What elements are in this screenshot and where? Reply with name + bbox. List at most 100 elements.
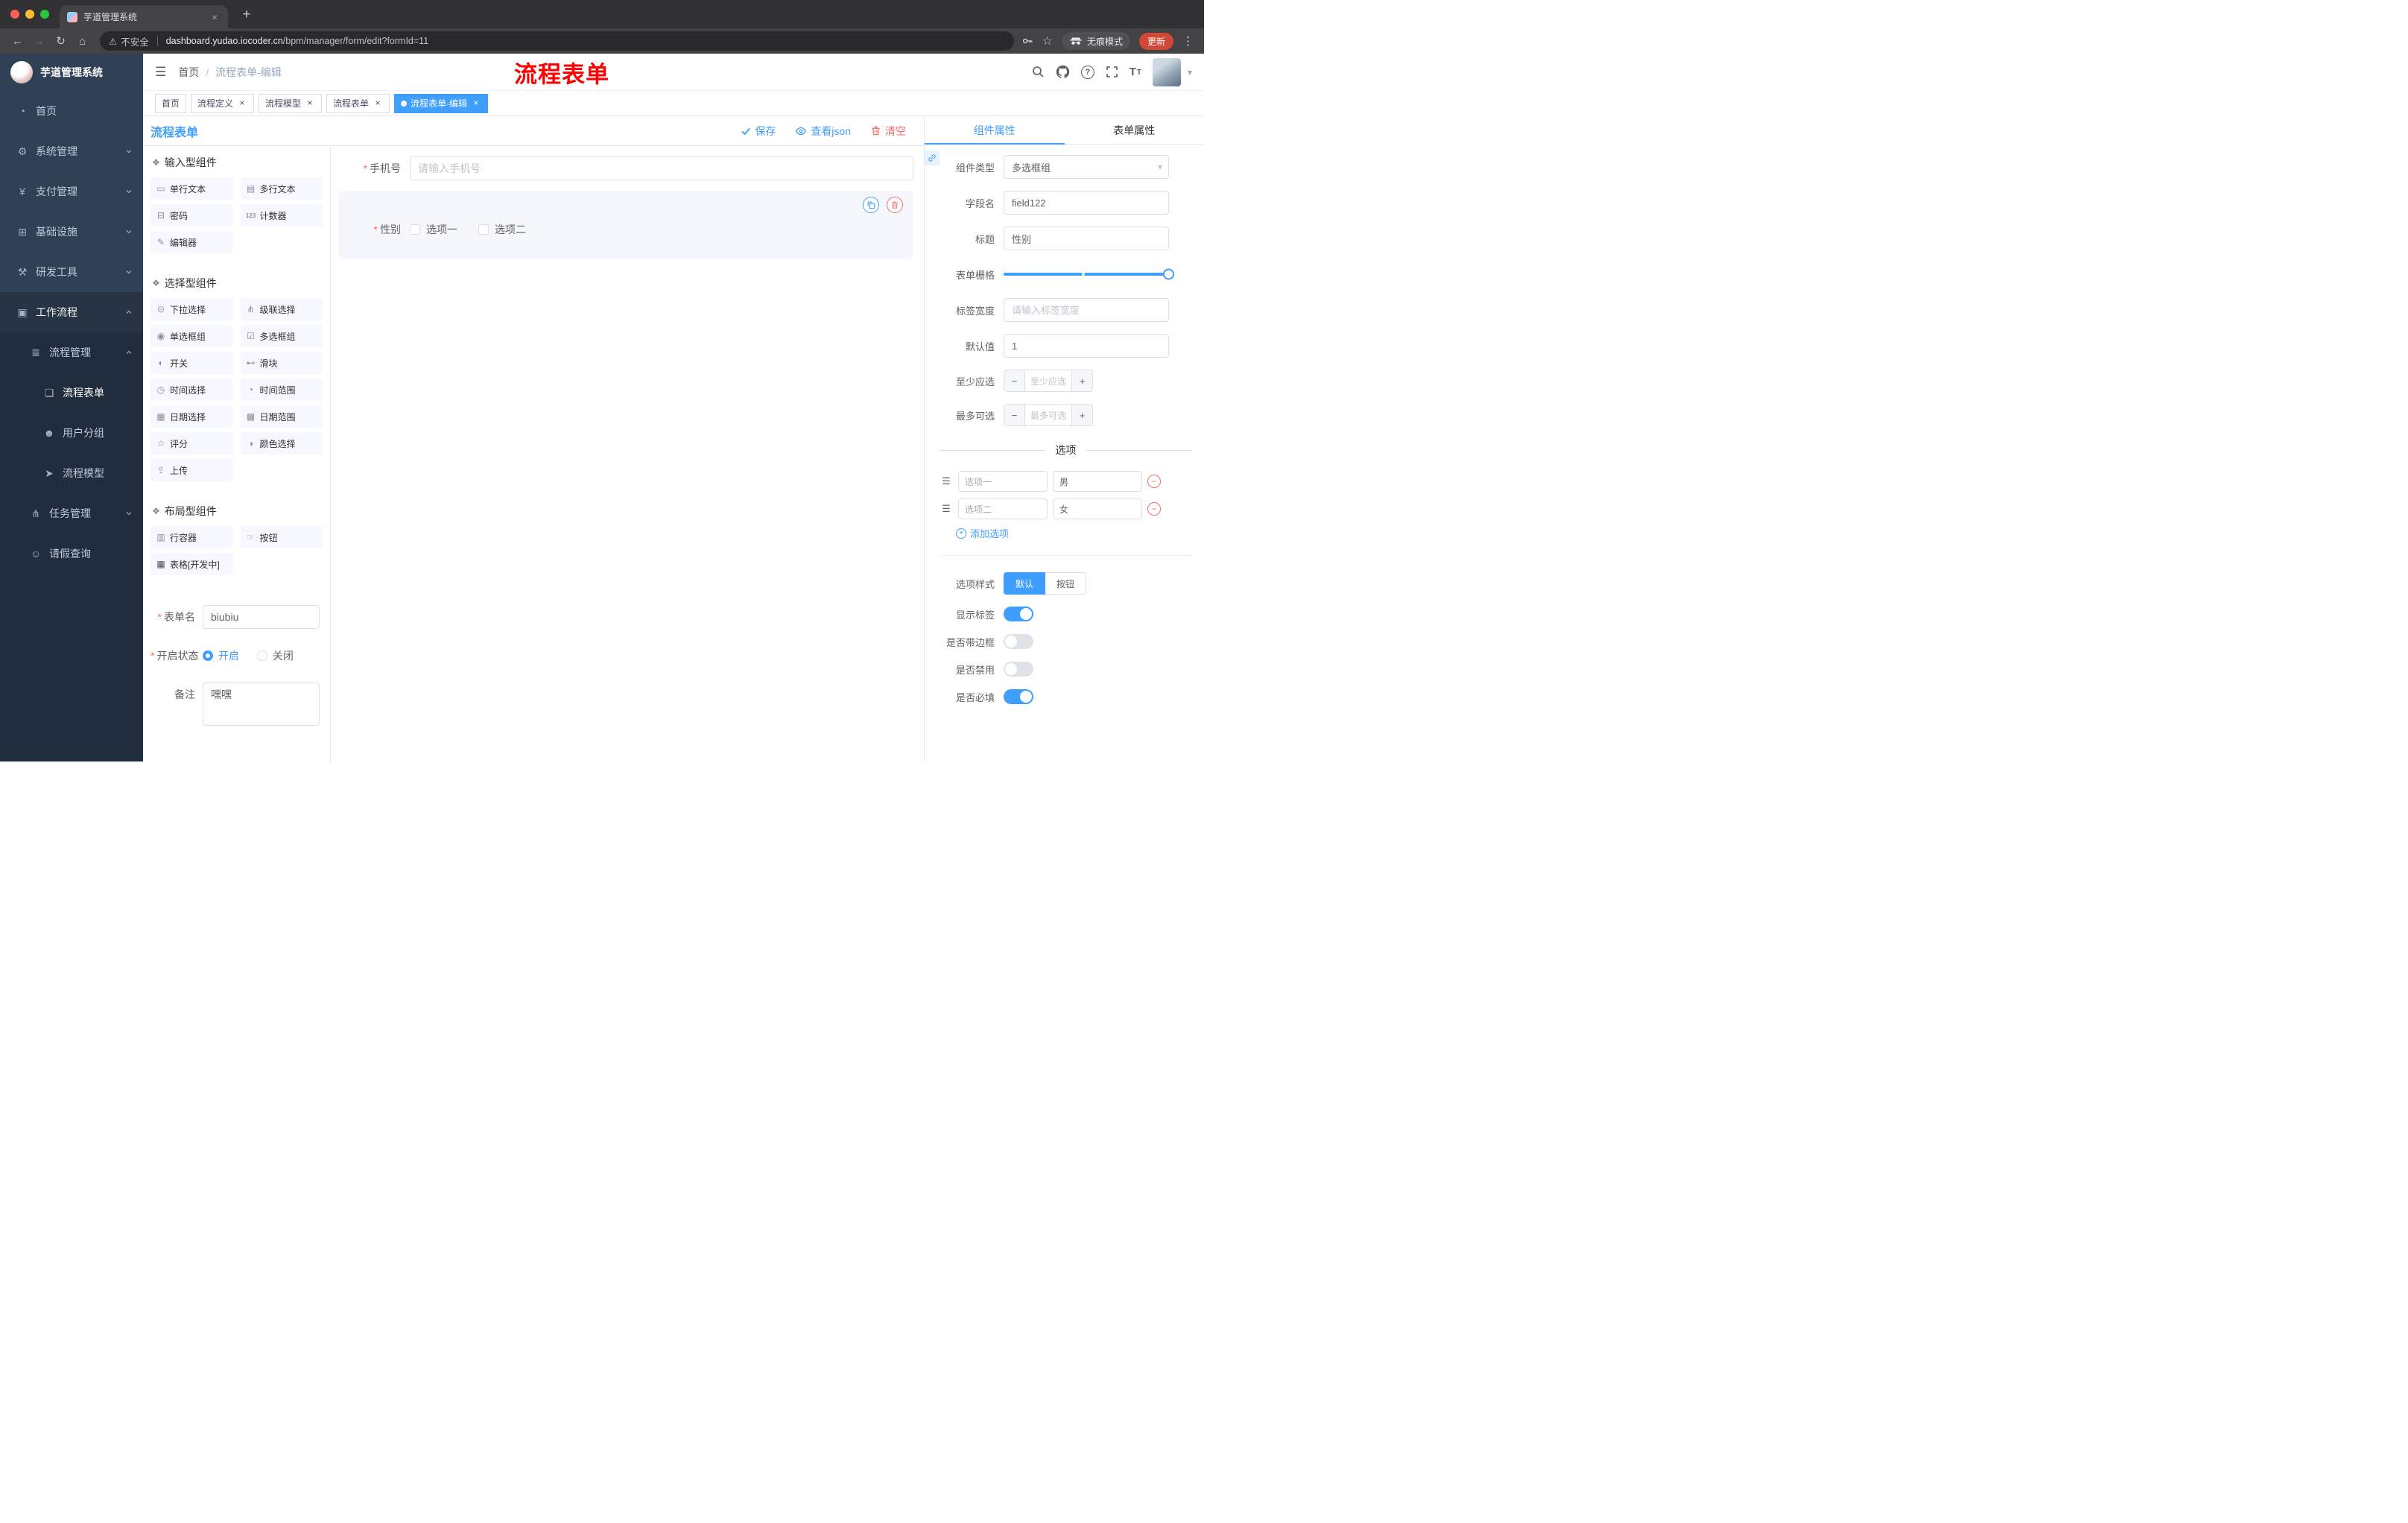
decrease-button[interactable]: − [1004,370,1025,391]
sidebar-item-process-management[interactable]: ≣ 流程管理 [0,332,143,373]
forward-icon[interactable]: → [29,31,49,51]
component-select[interactable]: ⊙ 下拉选择 [150,298,233,320]
component-date-picker[interactable]: ▦ 日期选择 [150,405,233,428]
tab-close-icon[interactable]: × [209,11,221,23]
sidebar-item-task-management[interactable]: ⋔ 任务管理 [0,493,143,533]
save-button[interactable]: 保存 [741,124,776,139]
delete-field-button[interactable] [887,197,903,213]
tag-home[interactable]: 首页 [155,93,187,113]
option-label-input[interactable] [958,498,1048,519]
component-color-picker[interactable]: ◑ 颜色选择 [240,432,323,455]
phone-field-row[interactable]: 手机号 [338,155,913,182]
tag-process-form-edit[interactable]: 流程表单-编辑 × [394,93,489,113]
text-size-icon[interactable]: T T [1129,66,1141,77]
new-tab-button[interactable]: + [237,5,256,25]
component-password[interactable]: ⊟ 密码 [150,204,233,227]
sidebar-item-system[interactable]: ⚙ 系统管理 [0,131,143,171]
back-icon[interactable]: ← [7,31,28,51]
style-default-button[interactable]: 默认 [1004,572,1046,595]
view-json-button[interactable]: 查看json [795,124,851,139]
tab-form-props[interactable]: 表单属性 [1065,116,1205,144]
home-icon[interactable]: ⌂ [72,31,92,51]
sidebar-item-infrastructure[interactable]: ⊞ 基础设施 [0,212,143,252]
component-single-line-text[interactable]: ▭ 单行文本 [150,177,233,200]
password-key-icon[interactable] [1021,35,1033,47]
remove-option-button[interactable]: − [1147,475,1161,488]
browser-tab[interactable]: 芋道管理系统 × [60,5,228,28]
component-date-range[interactable]: ▩ 日期范围 [240,405,323,428]
tag-close-icon[interactable]: × [305,98,315,109]
component-row-container[interactable]: ▥ 行容器 [150,526,233,548]
reload-icon[interactable]: ↻ [51,31,71,51]
form-name-input[interactable] [203,605,320,629]
browser-menu-icon[interactable]: ⋮ [1182,34,1194,48]
sidebar-item-workflow[interactable]: ▣ 工作流程 [0,292,143,332]
drag-handle-icon[interactable]: ☰ [940,503,953,515]
max-select-value[interactable]: 最多可选 [1025,405,1071,425]
tag-close-icon[interactable]: × [471,98,481,109]
tag-close-icon[interactable]: × [237,98,247,109]
bookmark-star-icon[interactable]: ☆ [1042,34,1053,48]
field-name-input[interactable] [1004,191,1169,215]
form-remark-textarea[interactable]: 嘿嘿 [203,683,320,726]
sidebar-item-devtools[interactable]: ⚒ 研发工具 [0,252,143,292]
minimize-window-button[interactable] [25,10,34,19]
fullscreen-icon[interactable] [1106,66,1118,78]
gender-option2-checkbox[interactable]: 选项二 [478,222,526,237]
clear-button[interactable]: 清空 [870,124,906,139]
option-value-input[interactable] [1053,498,1142,519]
default-value-input[interactable] [1004,334,1169,358]
decrease-button[interactable]: − [1004,405,1025,425]
tag-process-form[interactable]: 流程表单 × [326,93,390,113]
sidebar-item-payment[interactable]: ¥ 支付管理 [0,171,143,212]
component-type-select[interactable] [1004,155,1169,179]
help-icon[interactable]: ? [1080,65,1094,79]
avatar-caret-icon[interactable]: ▾ [1188,67,1192,77]
hamburger-icon[interactable]: ☰ [155,65,166,80]
gender-option1-checkbox[interactable]: 选项一 [410,222,457,237]
show-label-toggle[interactable] [1004,607,1033,621]
selected-gender-field[interactable]: 性别 选项一 选项二 [338,191,913,259]
breadcrumb-home[interactable]: 首页 [178,65,199,80]
component-radio-group[interactable]: ◉ 单选框组 [150,325,233,347]
component-button[interactable]: ☞ 按钮 [240,526,323,548]
slider-handle[interactable] [1163,268,1174,280]
component-rate[interactable]: ☆ 评分 [150,432,233,455]
link-icon[interactable] [925,151,940,165]
sidebar-item-home[interactable]: ◔ 首页 [0,91,143,131]
add-option-button[interactable]: + 添加选项 [956,526,1192,540]
slider-track[interactable] [1004,268,1174,280]
sidebar-item-leave-query[interactable]: ☺ 请假查询 [0,533,143,574]
component-switch[interactable]: ◐ 开关 [150,352,233,374]
component-editor[interactable]: ✎ 编辑器 [150,231,233,253]
tab-component-props[interactable]: 组件属性 [925,116,1065,145]
phone-input[interactable] [410,156,913,180]
option-label-input[interactable] [958,471,1048,492]
component-upload[interactable]: ⇪ 上传 [150,459,233,481]
component-counter[interactable]: 123 计数器 [240,204,323,227]
user-avatar[interactable] [1152,57,1181,86]
sidebar-item-user-group[interactable]: ☻ 用户分组 [0,413,143,453]
drag-handle-icon[interactable]: ☰ [940,475,953,487]
min-select-value[interactable]: 至少应选 [1025,370,1071,391]
component-multi-line-text[interactable]: ▤ 多行文本 [240,177,323,200]
component-slider[interactable]: ⊷ 滑块 [240,352,323,374]
status-off-radio[interactable]: 关闭 [256,644,294,668]
component-table[interactable]: ▦ 表格[开发中] [150,553,233,575]
zoom-window-button[interactable] [40,10,49,19]
address-bar[interactable]: ⚠ 不安全 dashboard.yudao.iocoder.cn/bpm/man… [100,31,1014,51]
component-checkbox-group[interactable]: ☑ 多选框组 [240,325,323,347]
search-icon[interactable] [1032,66,1045,78]
border-toggle[interactable] [1004,634,1033,649]
increase-button[interactable]: + [1071,405,1092,425]
security-status[interactable]: ⚠ 不安全 [109,34,149,48]
disabled-toggle[interactable] [1004,662,1033,677]
title-input[interactable] [1004,227,1169,250]
status-on-radio[interactable]: 开启 [203,644,239,668]
github-icon[interactable] [1056,65,1070,79]
update-browser-button[interactable]: 更新 [1138,32,1173,50]
remove-option-button[interactable]: − [1147,502,1161,516]
tag-process-definition[interactable]: 流程定义 × [191,93,255,113]
required-toggle[interactable] [1004,689,1033,704]
tag-process-model[interactable]: 流程模型 × [259,93,323,113]
